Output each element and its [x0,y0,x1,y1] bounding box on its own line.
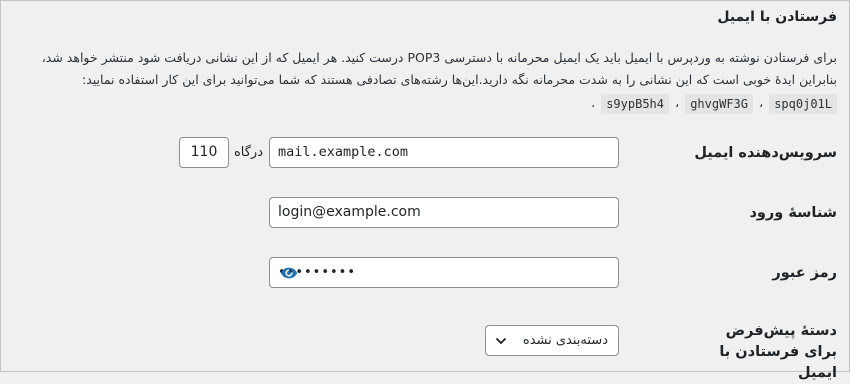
section-description: برای فرستادن نوشته به وردپرس با ایمیل با… [11,47,837,115]
login-label: شناسهٔ ورود [749,205,837,221]
random-string-1: spq0j01L [769,94,837,114]
port-label: درگاه [233,145,263,160]
password-label: رمز عبور [772,265,837,281]
separator: ، [675,96,680,111]
login-input[interactable]: login@example.com [269,197,619,228]
mail-server-input[interactable]: mail.example.com [269,137,619,168]
random-strings: spq0j01L ، ghvgWF3G ، s9ypB5h4 . [11,93,837,115]
end-mark: . [591,96,596,111]
separator: ، [759,96,764,111]
category-selected-value: دسته‌بندی نشده [522,333,608,348]
random-string-2: ghvgWF3G [685,94,753,114]
settings-panel: فرستادن با ایمیل برای فرستادن نوشته به و… [0,0,850,381]
random-string-3: s9ypB5h4 [601,94,669,114]
mail-server-label: سرویس‌دهنده ایمیل [694,145,837,161]
section-title: فرستادن با ایمیل [717,9,837,25]
description-line-2: بنابراین ایدهٔ خوبی است که این نشانی را … [82,72,837,87]
description-line-1: برای فرستادن نوشته به وردپرس با ایمیل با… [41,50,837,65]
category-label: دستهٔ پیش‌فرض برای فرستادن با ایمیل [719,323,837,381]
port-input[interactable]: 110 [179,137,229,168]
category-select[interactable]: دسته‌بندی نشده [485,325,619,356]
eye-icon[interactable] [280,264,298,282]
password-input[interactable]: ••••••••• [269,257,619,288]
chevron-down-icon [495,337,507,345]
